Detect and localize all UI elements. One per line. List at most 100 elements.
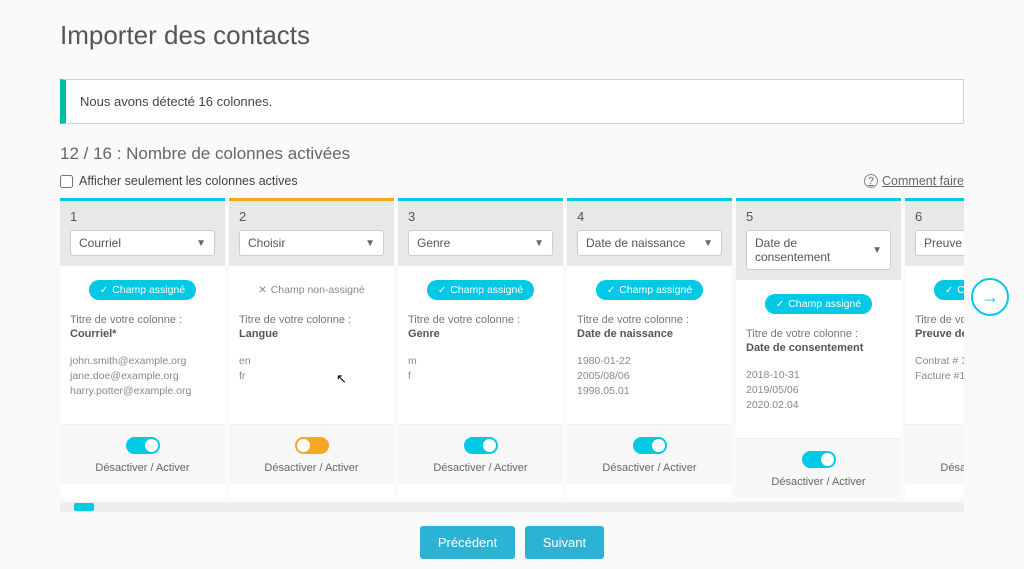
activate-toggle[interactable]: [464, 437, 498, 454]
toggle-label: Désactiver / Activer: [229, 462, 394, 474]
sample-value: en: [239, 354, 384, 369]
select-value: Date de consentement: [755, 236, 872, 264]
source-column-label: Titre de votre colonne :: [577, 314, 722, 326]
activate-toggle[interactable]: [633, 437, 667, 454]
column-number: 3: [408, 209, 553, 224]
sample-value: 2020.02.04: [746, 398, 891, 413]
help-link[interactable]: ? Comment faire: [864, 174, 964, 188]
sample-value: 2005/08/06: [577, 369, 722, 384]
page-title: Importer des contacts: [60, 20, 964, 51]
column-card: 2 Choisir ▼ ✕ Champ non-assigné Titre de …: [229, 198, 394, 498]
help-link-text: Comment faire: [882, 174, 964, 188]
source-column-name: Date de consentement: [746, 342, 891, 354]
column-number: 1: [70, 209, 215, 224]
toggle-label: Désactiver / Activer: [60, 462, 225, 474]
badge-text: Champ assigné: [619, 284, 692, 296]
column-card: 5 Date de consentement ▼ ✓Champ assigné …: [736, 198, 901, 498]
assigned-badge: ✓ Champ assigné: [89, 280, 196, 300]
column-number: 4: [577, 209, 722, 224]
source-column-label: Titre de votre colonne :: [915, 314, 964, 326]
sample-value: 1998.05.01: [577, 384, 722, 399]
sample-value: Contrat # 1234...: [915, 354, 964, 369]
source-column-name: Genre: [408, 328, 553, 340]
badge-text: Champ assigné: [450, 284, 523, 296]
select-value: Genre: [417, 236, 450, 250]
select-value: Courriel: [79, 236, 121, 250]
assigned-badge: ✓ Champ assigné: [765, 294, 872, 314]
check-icon: ✓: [945, 285, 953, 296]
field-select[interactable]: Date de naissance ▼: [577, 230, 722, 256]
filter-active-only[interactable]: Afficher seulement les colonnes actives: [60, 174, 298, 188]
toggle-label: Désactiver / Activer: [736, 476, 901, 488]
chevron-down-icon: ▼: [196, 238, 206, 249]
assigned-badge: ✓ Champ assigné: [427, 280, 534, 300]
field-select[interactable]: Courriel ▼: [70, 230, 215, 256]
activate-toggle[interactable]: [295, 437, 329, 454]
activate-toggle[interactable]: [126, 437, 160, 454]
detection-notice: Nous avons détecté 16 colonnes.: [60, 79, 964, 124]
sample-value: 2018-10-31: [746, 368, 891, 383]
sample-value: 2019/05/06: [746, 383, 891, 398]
source-column-label: Titre de votre colonne :: [746, 328, 891, 340]
sample-value: john.smith@example.org: [70, 354, 215, 369]
arrow-right-icon: →: [981, 287, 999, 308]
sample-value: m: [408, 354, 553, 369]
sample-value: jane.doe@example.org: [70, 369, 215, 384]
check-icon: ✓: [607, 285, 615, 296]
column-card: 4 Date de naissance ▼ ✓ Champ assigné Tit…: [567, 198, 732, 498]
source-column-label: Titre de votre colonne :: [408, 314, 553, 326]
column-number: 5: [746, 209, 891, 224]
column-number: 2: [239, 209, 384, 224]
column-card: 3 Genre ▼ ✓ Champ assigné Titre de votre …: [398, 198, 563, 498]
check-icon: ✓: [776, 299, 784, 310]
horizontal-scrollbar[interactable]: [60, 502, 964, 512]
check-icon: ✓: [100, 285, 108, 296]
next-button[interactable]: Suivant: [525, 526, 604, 559]
assigned-badge: ✓ Champ assigné: [596, 280, 703, 300]
filter-checkbox[interactable]: [60, 175, 73, 188]
x-icon: ✕: [258, 285, 266, 296]
column-card: 6 Preuve de c ▼ ✓ Champ assigné Titre de …: [905, 198, 964, 498]
badge-text: Champ assigné: [112, 284, 185, 296]
field-select[interactable]: Preuve de c ▼: [915, 230, 964, 256]
columns-container: 1 Courriel ▼ ✓ Champ assigné Titre de vot…: [60, 198, 964, 498]
sample-value: 1980-01-22: [577, 354, 722, 369]
source-column-label: Titre de votre colonne :: [239, 314, 384, 326]
unassigned-badge: ✕ Champ non-assigné: [247, 280, 375, 300]
sample-value: harry.potter@example.org: [70, 384, 215, 399]
activate-toggle[interactable]: [802, 451, 836, 468]
field-select[interactable]: Choisir ▼: [239, 230, 384, 256]
filter-label: Afficher seulement les colonnes actives: [79, 174, 298, 188]
chevron-down-icon: ▼: [703, 238, 713, 249]
field-select[interactable]: Date de consentement ▼: [746, 230, 891, 270]
chevron-down-icon: ▼: [872, 245, 882, 256]
toggle-label: Désactiver / Activer: [905, 462, 964, 474]
check-icon: ✓: [438, 285, 446, 296]
source-column-name: Courriel*: [70, 328, 215, 340]
previous-button[interactable]: Précédent: [420, 526, 515, 559]
scroll-right-fab[interactable]: →: [971, 278, 1009, 316]
sample-value: fr: [239, 369, 384, 384]
field-select[interactable]: Genre ▼: [408, 230, 553, 256]
chevron-down-icon: ▼: [365, 238, 375, 249]
select-value: Preuve de c: [924, 236, 964, 250]
badge-text: Champ assigné: [957, 284, 964, 296]
assigned-badge: ✓ Champ assigné: [934, 280, 964, 300]
source-column-label: Titre de votre colonne :: [70, 314, 215, 326]
help-icon: ?: [864, 174, 878, 188]
source-column-name: Langue: [239, 328, 384, 340]
badge-text: Champ assigné: [788, 298, 861, 310]
select-value: Date de naissance: [586, 236, 685, 250]
sample-value: f: [408, 369, 553, 384]
column-number: 6: [915, 209, 964, 224]
chevron-down-icon: ▼: [534, 238, 544, 249]
source-column-name: Date de naissance: [577, 328, 722, 340]
toggle-label: Désactiver / Activer: [567, 462, 732, 474]
source-column-name: Preuve de consentement: [915, 328, 964, 340]
toggle-label: Désactiver / Activer: [398, 462, 563, 474]
badge-text: Champ non-assigné: [271, 284, 365, 296]
column-card: 1 Courriel ▼ ✓ Champ assigné Titre de vot…: [60, 198, 225, 498]
scrollbar-thumb[interactable]: [74, 503, 94, 511]
active-columns-counter: 12 / 16 : Nombre de colonnes activées: [60, 144, 964, 164]
sample-value: Facture #12345...: [915, 369, 964, 384]
